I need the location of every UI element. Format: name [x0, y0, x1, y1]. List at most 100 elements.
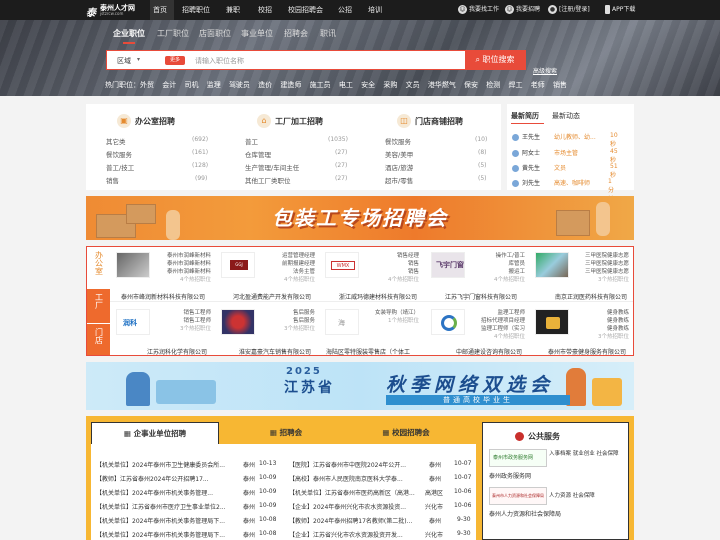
company-jobs[interactable]: 销售工程师 销售工程师 3个热招职位: [151, 309, 211, 333]
list-item[interactable]: 【教师】江苏省泰州2024年公开招聘17...: [96, 474, 241, 483]
tab-job-fair[interactable]: 招聘会: [284, 28, 308, 40]
packaging-fair-banner[interactable]: 包装工专场招聘会: [86, 196, 634, 240]
hot-job[interactable]: 老师: [531, 81, 545, 89]
tab-factory[interactable]: 工厂: [87, 289, 110, 323]
list-item[interactable]: 【企业】江苏省兴化市农水资源投资开发...: [289, 530, 424, 539]
tab-institution[interactable]: 事业单位: [241, 28, 273, 40]
hot-job[interactable]: 驾驶员: [229, 81, 250, 89]
company-jobs[interactable]: 操作工/普工 库管员 搬运工 4个热招职位: [465, 252, 525, 284]
tab-store-jobs[interactable]: 店面职位: [199, 28, 231, 40]
resume-row[interactable]: 刘先生高速、咖啡师1分钟: [512, 178, 614, 203]
category-item[interactable]: 超市/零售: [385, 175, 413, 185]
swirl-logo-icon[interactable]: [431, 309, 465, 335]
app-download-link[interactable]: APP下载: [605, 0, 635, 20]
gym-logo-icon[interactable]: [535, 309, 569, 335]
category-item[interactable]: 销售: [106, 175, 119, 185]
company-logo[interactable]: 润科: [116, 309, 150, 335]
hot-job[interactable]: 采购: [383, 81, 397, 89]
company-logo[interactable]: 海: [325, 309, 359, 335]
hot-job[interactable]: 安全: [361, 81, 375, 89]
recruit-link[interactable]: ☺ 我要招聘: [505, 0, 540, 20]
category-item[interactable]: 普工: [245, 136, 258, 146]
tab-factory-jobs[interactable]: 工厂职位: [157, 28, 189, 40]
category-item[interactable]: 餐饮服务: [385, 136, 411, 146]
resume-row[interactable]: 黄先生 文员 51秒: [512, 163, 618, 179]
company-name[interactable]: 浙江威玛德建材科技有限公司: [339, 292, 417, 301]
company-jobs[interactable]: 三甲医院健康志愿 三甲医院健康志愿 三甲医院健康志愿 3个热招职位: [569, 252, 629, 284]
company-name[interactable]: 江苏润科化学有限公司: [147, 347, 207, 356]
company-name[interactable]: 泰州市峰润新材料科技有限公司: [121, 292, 205, 301]
category-item[interactable]: 生产管理/车间主任: [245, 162, 299, 172]
list-item[interactable]: 【机关单位】2024年泰州市机关事务管理局下...: [96, 516, 241, 525]
company-logo[interactable]: [535, 252, 569, 278]
region-select[interactable]: 区域: [117, 56, 131, 66]
company-logo[interactable]: WMX: [325, 252, 359, 278]
hot-job[interactable]: 销售: [553, 81, 567, 89]
company-name[interactable]: 海陆区零特服装零售店（个体工: [326, 347, 410, 356]
category-item[interactable]: 酒店/旅游: [385, 162, 413, 172]
company-logo[interactable]: GGJ: [221, 252, 255, 278]
company-jobs[interactable]: 健身教练 健身教练 健身教练 3个热招职位: [569, 309, 629, 341]
list-item[interactable]: 【企业】2024年泰州兴化市农水资源投资...: [289, 502, 424, 511]
category-item[interactable]: 其他工厂类职位: [245, 175, 291, 185]
list-item[interactable]: 【医院】江苏省泰州市中医院2024年公开...: [289, 460, 424, 469]
hot-job[interactable]: 文员: [406, 81, 420, 89]
company-name[interactable]: 泰州市带豪健身服务有限公司: [548, 347, 626, 356]
tab-store[interactable]: 门店: [87, 323, 110, 355]
service-tags[interactable]: 人力资源 社会保障: [549, 491, 623, 499]
hot-job[interactable]: 监理: [207, 81, 221, 89]
hot-job[interactable]: 焊工: [509, 81, 523, 89]
service-logo[interactable]: 泰州市政务服务网: [489, 449, 547, 467]
hot-jobs-label[interactable]: 热门职位：外贸: [105, 81, 154, 89]
nav-civil[interactable]: 公招: [338, 0, 352, 20]
service-tags[interactable]: 入事档案 就业创业 社会保障: [549, 450, 623, 459]
category-title[interactable]: 门店商铺招聘: [415, 116, 463, 127]
hot-job[interactable]: 司机: [184, 81, 198, 89]
nav-campus[interactable]: 校招: [258, 0, 272, 20]
list-item[interactable]: 【机关单位】江苏省泰州市医药高新区（高港...: [289, 488, 424, 497]
tab-campus-fair[interactable]: ▦ 校园招聘会: [356, 422, 456, 444]
company-jobs[interactable]: 销售经理 销售 销售 4个热招职位: [359, 252, 419, 284]
category-title[interactable]: 工厂加工招聘: [275, 116, 323, 127]
nav-home[interactable]: 首页: [150, 0, 174, 20]
hot-job[interactable]: 施工员: [310, 81, 331, 89]
nav-campus-fair[interactable]: 校园招聘会: [288, 0, 323, 20]
search-button[interactable]: ⌕ 职位搜索: [465, 50, 525, 70]
hot-job[interactable]: 建造师: [280, 81, 301, 89]
company-jobs[interactable]: 泰州市润峰新材料 泰州市润峰新材料 泰州市润峰新材料 4个热招职位: [151, 252, 211, 284]
hot-job[interactable]: 电工: [339, 81, 353, 89]
category-item[interactable]: 其它类: [106, 136, 126, 146]
list-item[interactable]: 【机关单位】2024年泰州市机关事务管理局下...: [96, 530, 241, 539]
category-item[interactable]: 普工/技工: [106, 162, 134, 172]
service-logo[interactable]: 泰州市人力资源和社会保障局: [489, 487, 547, 505]
tab-job-fair[interactable]: ▦ 招聘会: [246, 422, 326, 444]
tab-office[interactable]: 办公室: [87, 247, 110, 289]
resume-row[interactable]: 王先生 幼儿教师、幼... 10秒: [512, 132, 618, 148]
company-name[interactable]: 南京正润医药科技有限公司: [555, 292, 627, 301]
company-name[interactable]: 河北盈通费能产开发有限公司: [233, 292, 311, 301]
site-logo[interactable]: 泰 泰州人才网 jstzrcw.com: [86, 2, 142, 19]
service-name[interactable]: 泰州政务服务网: [489, 471, 531, 480]
company-logo[interactable]: 飞宇门窗: [431, 252, 465, 278]
nav-jobs[interactable]: 招聘职位: [182, 0, 210, 20]
advanced-search-link[interactable]: 高级搜索: [533, 66, 557, 75]
category-item[interactable]: 餐饮服务: [106, 149, 132, 159]
search-input[interactable]: 请输入职位名称: [195, 56, 244, 66]
list-item[interactable]: 【机关单位】江苏省泰州市医疗卫生事业单位2...: [96, 502, 241, 511]
hot-job[interactable]: 造价: [258, 81, 272, 89]
company-name[interactable]: 江苏飞宇门窗科技有限公司: [445, 292, 517, 301]
service-name[interactable]: 泰州人力资源和社会保障局: [489, 509, 561, 518]
hot-job[interactable]: 保安: [464, 81, 478, 89]
company-logo[interactable]: [116, 252, 150, 278]
category-item[interactable]: 美容/美甲: [385, 149, 413, 159]
autumn-fair-banner[interactable]: 2025 江苏省 秋季网络双选会 普通高校毕业生: [86, 362, 634, 410]
company-jobs[interactable]: 运营管理经理 前期报建经理 法务主管 4个热招职位: [255, 252, 315, 284]
hot-job[interactable]: 检测: [486, 81, 500, 89]
category-title[interactable]: 办公室招聘: [135, 116, 175, 127]
more-button[interactable]: 更多: [165, 56, 185, 65]
tab-institution-recruit[interactable]: ▦ 企事业单位招聘: [91, 422, 219, 444]
hot-job[interactable]: 会计: [162, 81, 176, 89]
list-item[interactable]: 【高校】泰州市人民医院南京医科大学泰...: [289, 474, 424, 483]
tab-latest-news[interactable]: 最新动态: [552, 111, 580, 121]
resume-row[interactable]: 阿女士 市场主管 45秒: [512, 148, 618, 164]
